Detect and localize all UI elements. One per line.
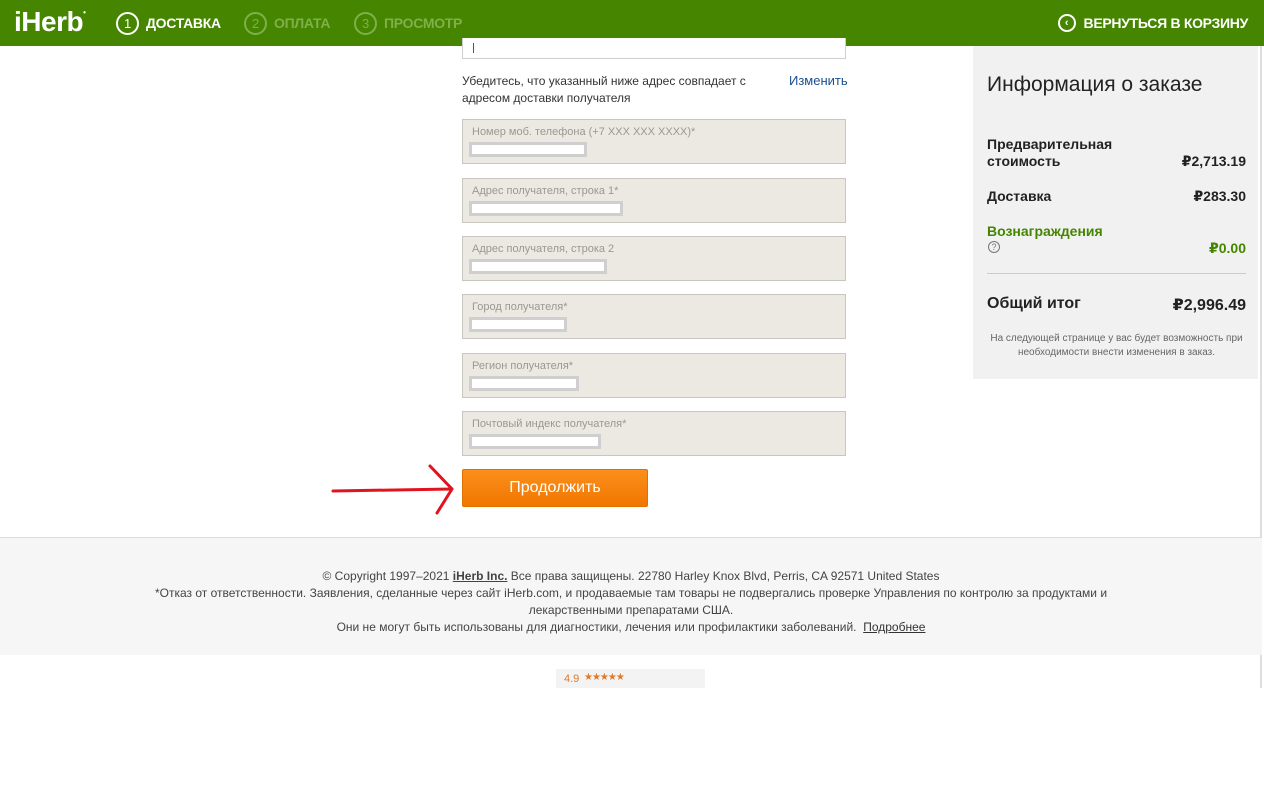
rewards-label: Вознаграждения xyxy=(987,223,1103,239)
disclaimer-line-1: *Отказ от ответственности. Заявления, сд… xyxy=(154,586,1108,600)
iherb-logo[interactable]: iHerb• xyxy=(14,6,86,38)
postal-code-value-redacted xyxy=(469,434,601,449)
phone-field[interactable]: Номер моб. телефона (+7 XXX XXX XXXX)* xyxy=(462,119,846,164)
back-to-cart-link[interactable]: ‹ ВЕРНУТЬСЯ В КОРЗИНУ xyxy=(1057,11,1249,35)
subtotal-value: ₽2,713.19 xyxy=(1181,153,1246,169)
continue-button[interactable]: Продолжить xyxy=(462,469,648,507)
step-delivery: 1 ДОСТАВКА xyxy=(116,11,221,35)
address-notice: Убедитесь, что указанный ниже адрес совп… xyxy=(462,74,746,105)
address-line1-value-redacted xyxy=(469,201,623,216)
phone-field-value-redacted xyxy=(469,142,587,157)
step-review: 3 ПРОСМОТР xyxy=(354,11,462,35)
disclaimer-line-2: лекарственными препаратами США. xyxy=(528,603,734,617)
more-info-link[interactable]: Подробнее xyxy=(863,620,925,634)
region-field-value-redacted xyxy=(469,376,579,391)
total-value: ₽2,996.49 xyxy=(1172,297,1246,314)
company-link[interactable]: iHerb Inc. xyxy=(453,569,508,583)
city-field-label: Город получателя* xyxy=(472,301,568,313)
rating-widget[interactable]: 4.9 ★★★★★ xyxy=(556,669,705,688)
copyright-line: © Copyright 1997–2021 iHerb Inc. Все пра… xyxy=(322,569,940,583)
change-address-link[interactable]: Изменить xyxy=(789,73,848,88)
red-arrow-annotation-icon xyxy=(331,464,454,515)
region-field[interactable]: Регион получателя* xyxy=(462,353,846,398)
address-line2-value-redacted xyxy=(469,259,607,274)
chevron-left-icon: ‹ xyxy=(1057,14,1076,32)
address-line2-label: Адрес получателя, строка 2 xyxy=(472,243,615,255)
postal-code-field[interactable]: Почтовый индекс получателя* xyxy=(462,411,846,456)
previous-field-input[interactable] xyxy=(462,38,846,59)
rewards-value: ₽0.00 xyxy=(1209,240,1246,256)
step-number: 3 xyxy=(354,11,377,35)
order-summary-panel: Информация о заказе Предварительная стои… xyxy=(973,46,1258,379)
subtotal-label: Предварительная стоимость xyxy=(987,136,1113,169)
step-number: 1 xyxy=(116,11,139,35)
shipping-label: Доставка xyxy=(987,188,1052,204)
postal-code-label: Почтовый индекс получателя* xyxy=(472,418,627,430)
address-line1-label: Адрес получателя, строка 1* xyxy=(472,185,619,197)
question-mark-icon[interactable]: ? xyxy=(988,241,1000,253)
step-number: 2 xyxy=(244,11,267,35)
address-line2-field[interactable]: Адрес получателя, строка 2 xyxy=(462,236,846,281)
summary-note: На следующей странице у вас будет возмож… xyxy=(990,333,1243,358)
city-field-value-redacted xyxy=(469,317,567,332)
summary-divider xyxy=(987,273,1246,274)
address-line1-field[interactable]: Адрес получателя, строка 1* xyxy=(462,178,846,223)
phone-field-label: Номер моб. телефона (+7 XXX XXX XXXX)* xyxy=(472,126,696,138)
total-label: Общий итог xyxy=(987,295,1081,312)
region-field-label: Регион получателя* xyxy=(472,360,574,372)
order-summary-title: Информация о заказе xyxy=(987,73,1203,96)
step-label: ПРОСМОТР xyxy=(384,15,463,31)
rating-score: 4.9 xyxy=(564,673,580,685)
step-label: ДОСТАВКА xyxy=(146,15,221,31)
shipping-value: ₽283.30 xyxy=(1193,188,1246,204)
step-payment: 2 ОПЛАТА xyxy=(244,11,330,35)
city-field[interactable]: Город получателя* xyxy=(462,294,846,339)
disclaimer-line-3: Они не могут быть использованы для диагн… xyxy=(336,620,926,634)
step-label: ОПЛАТА xyxy=(274,15,331,31)
back-to-cart-label: ВЕРНУТЬСЯ В КОРЗИНУ xyxy=(1083,15,1249,31)
page-footer: © Copyright 1997–2021 iHerb Inc. Все пра… xyxy=(0,537,1262,655)
star-icon: ★★★★★ xyxy=(584,672,625,683)
